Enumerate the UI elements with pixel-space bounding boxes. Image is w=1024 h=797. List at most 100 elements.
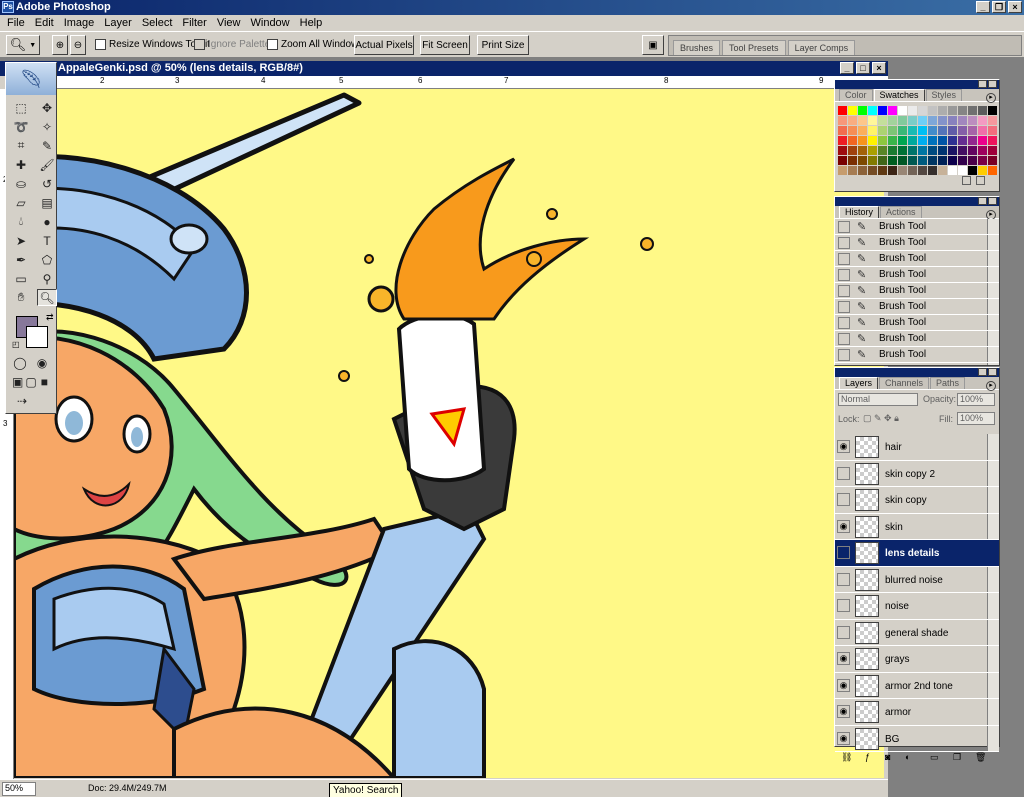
eye-icon[interactable]: ◉ (837, 705, 850, 718)
history-item[interactable]: ✎ Brush Tool (835, 267, 999, 283)
palette-minimize-icon[interactable] (978, 80, 987, 88)
swatch[interactable] (928, 156, 937, 165)
hidden-eye-icon[interactable] (837, 625, 850, 639)
doc-minimize-button[interactable]: _ (840, 62, 854, 74)
palette-close-icon[interactable] (988, 368, 997, 376)
swatch[interactable] (898, 106, 907, 115)
print-size-button[interactable]: Print Size (477, 35, 529, 55)
swatch[interactable] (928, 126, 937, 135)
eraser-tool-icon[interactable]: ▱ (11, 194, 31, 211)
brush-tool-icon[interactable]: 🖌︎ (37, 156, 57, 173)
swatch[interactable] (868, 156, 877, 165)
layer-row[interactable]: skin copy 2 (835, 461, 999, 487)
menu-window[interactable]: Window (246, 17, 295, 29)
hidden-eye-icon[interactable] (837, 493, 850, 506)
swatch[interactable] (878, 116, 887, 125)
type-tool-icon[interactable]: T (37, 232, 57, 249)
layer-row[interactable]: noise (835, 593, 999, 620)
swatch[interactable] (948, 136, 957, 145)
swatch[interactable] (968, 116, 977, 125)
crop-tool-icon[interactable]: ⌗ (11, 137, 31, 154)
palette-title-bar[interactable] (835, 368, 999, 377)
tab-layers[interactable]: Layers (839, 377, 879, 389)
swatch[interactable] (888, 106, 897, 115)
opacity-field[interactable]: 100% (957, 393, 995, 406)
palette-well-tab-brushes[interactable]: Brushes (673, 40, 721, 55)
menu-help[interactable]: Help (295, 17, 328, 29)
tab-history[interactable]: History (839, 206, 880, 218)
history-source-box[interactable] (838, 221, 850, 233)
menu-layer[interactable]: Layer (99, 17, 137, 29)
layer-row[interactable]: blurred noise (835, 567, 999, 593)
swatch[interactable] (858, 136, 867, 145)
delete-swatch-icon[interactable] (976, 176, 985, 185)
history-item[interactable]: ✎ Brush Tool (835, 315, 999, 331)
swatch[interactable] (948, 106, 957, 115)
history-source-box[interactable] (838, 269, 850, 281)
swatch[interactable] (848, 106, 857, 115)
menu-view[interactable]: View (212, 17, 246, 29)
minimize-button[interactable]: _ (976, 1, 990, 13)
tab-swatches[interactable]: Swatches (873, 89, 925, 101)
eye-icon[interactable]: ◉ (837, 731, 850, 745)
fill-field[interactable]: 100% (957, 412, 995, 425)
swatch[interactable] (878, 166, 887, 175)
history-source-box[interactable] (838, 349, 850, 361)
move-tool-icon[interactable]: ✥ (37, 99, 57, 116)
swatch[interactable] (938, 136, 947, 145)
swatch[interactable] (908, 116, 917, 125)
layer-row[interactable]: ◉ BG (835, 726, 999, 752)
healing-brush-tool-icon[interactable]: ✚ (11, 156, 31, 173)
palette-minimize-icon[interactable] (978, 368, 987, 376)
swatch[interactable] (898, 146, 907, 155)
swatch[interactable] (978, 146, 987, 155)
swatch[interactable] (958, 146, 967, 155)
swatch[interactable] (978, 126, 987, 135)
path-selection-tool-icon[interactable]: ➤ (11, 232, 31, 249)
swatch[interactable] (918, 116, 927, 125)
swatch[interactable] (838, 146, 847, 155)
swatch[interactable] (968, 166, 977, 175)
swatch[interactable] (878, 156, 887, 165)
tab-styles[interactable]: Styles (925, 89, 963, 101)
swatch[interactable] (848, 156, 857, 165)
eye-icon[interactable]: ◉ (837, 440, 850, 453)
swatch[interactable] (858, 146, 867, 155)
swatch[interactable] (988, 156, 997, 165)
layer-mask-icon[interactable]: ◙ (885, 752, 890, 762)
swatch[interactable] (958, 126, 967, 135)
swatch[interactable] (928, 106, 937, 115)
palette-well-tab-layer-comps[interactable]: Layer Comps (787, 40, 856, 55)
new-swatch-icon[interactable] (962, 176, 971, 185)
tab-channels[interactable]: Channels (879, 377, 930, 389)
swatch[interactable] (968, 156, 977, 165)
eye-icon[interactable]: ◉ (837, 652, 850, 665)
swatch[interactable] (878, 126, 887, 135)
new-group-icon[interactable]: ▭ (930, 752, 939, 763)
history-item[interactable]: ✎ Brush Tool (835, 283, 999, 299)
swatch[interactable] (888, 116, 897, 125)
palette-title-bar[interactable] (835, 197, 999, 206)
eye-icon[interactable]: ◉ (837, 678, 850, 692)
lasso-tool-icon[interactable]: ➰ (11, 118, 31, 135)
history-source-box[interactable] (838, 317, 850, 329)
history-source-box[interactable] (838, 285, 850, 297)
tab-actions[interactable]: Actions (880, 206, 922, 218)
layer-row[interactable]: ◉ armor (835, 699, 999, 726)
swatch[interactable] (918, 106, 927, 115)
swatch[interactable] (858, 156, 867, 165)
layer-row[interactable]: general shade (835, 620, 999, 646)
menu-image[interactable]: Image (59, 17, 100, 29)
history-item[interactable]: ✎ Brush Tool (835, 235, 999, 251)
layer-row[interactable]: skin copy (835, 487, 999, 514)
history-item[interactable]: ✎ Brush Tool (835, 331, 999, 347)
zoom-out-button[interactable]: ⊖ (70, 35, 86, 55)
swatch[interactable] (918, 146, 927, 155)
swatch[interactable] (848, 116, 857, 125)
swatch[interactable] (838, 106, 847, 115)
fit-screen-button[interactable]: Fit Screen (420, 35, 470, 55)
swatch[interactable] (938, 156, 947, 165)
swap-colors-icon[interactable]: ⇄ (46, 312, 54, 323)
eye-icon[interactable]: ◉ (837, 519, 850, 533)
full-screen-menu-mode-icon[interactable]: ▢ (25, 373, 36, 390)
